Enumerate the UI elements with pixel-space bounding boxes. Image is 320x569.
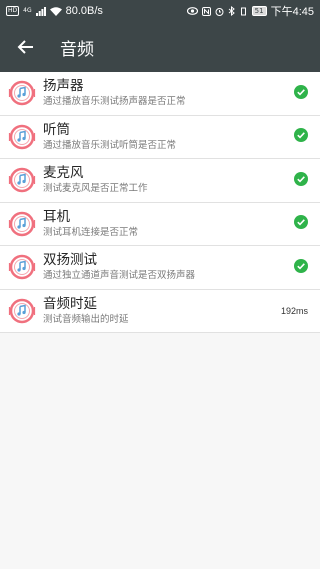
check-icon [294, 258, 308, 277]
bluetooth-icon [228, 6, 235, 16]
app-bar: 音频 [0, 22, 320, 72]
list-item-subtitle: 通过播放音乐测试扬声器是否正常 [43, 96, 186, 108]
audio-test-icon [8, 298, 36, 323]
list-item-subtitle: 通过播放音乐测试听筒是否正常 [43, 139, 177, 151]
wifi-icon [49, 6, 62, 16]
check-icon [294, 171, 308, 186]
check-icon [294, 258, 308, 273]
audio-test-icon [8, 211, 36, 236]
network-type: 4G [23, 7, 32, 14]
list-item-title: 听筒 [43, 121, 70, 138]
list-item-text: 耳机 测试耳机连接是否正常 [43, 209, 294, 239]
check-icon [294, 127, 308, 146]
check-icon [294, 215, 308, 230]
alarm-icon [215, 7, 224, 16]
list-item-text: 音频时延 测试音频输出的时延 [43, 296, 281, 326]
eye-icon [186, 7, 198, 15]
latency-value: 192ms [280, 305, 308, 316]
list-item-0[interactable]: 扬声器 通过播放音乐测试扬声器是否正常 [0, 72, 320, 116]
audio-test-icon [8, 81, 36, 106]
list-item-3[interactable]: 耳机 测试耳机连接是否正常 [0, 203, 320, 246]
list-item-text: 扬声器 通过播放音乐测试扬声器是否正常 [43, 78, 294, 108]
arrow-back-icon [17, 40, 33, 54]
list-item-title: 扬声器 [43, 78, 84, 95]
list-item-text: 麦克风 测试麦克风是否正常工作 [43, 165, 294, 195]
audio-test-icon [8, 255, 36, 280]
audio-test-icon [8, 124, 36, 149]
list-item-title: 双扬测试 [43, 252, 97, 269]
battery-indicator: 51 [251, 6, 267, 16]
audio-test-icon [8, 168, 36, 193]
audio-test-list: 扬声器 通过播放音乐测试扬声器是否正常 听筒 通过播放音乐测试听筒是否正常 麦克… [0, 72, 320, 333]
back-button[interactable] [14, 35, 38, 59]
hd-badge: HD [6, 6, 20, 16]
signal-icon: 4G [23, 8, 31, 14]
list-item-2[interactable]: 麦克风 测试麦克风是否正常工作 [0, 159, 320, 203]
status-bar: HD 4G 80.0B/s 51 下午4:45 [0, 0, 320, 22]
list-item-title: 耳机 [43, 208, 70, 225]
list-item-subtitle: 测试耳机连接是否正常 [43, 226, 139, 238]
network-speed: 80.0B/s [65, 5, 103, 17]
check-icon [294, 84, 308, 99]
check-icon [294, 128, 308, 143]
list-item-title: 音频时延 [43, 295, 97, 312]
list-item-5[interactable]: 音频时延 测试音频输出的时延 192ms [0, 290, 320, 333]
check-icon [294, 84, 308, 103]
check-icon [294, 171, 308, 190]
list-item-title: 麦克风 [43, 165, 84, 182]
list-item-subtitle: 测试音频输出的时延 [43, 313, 129, 325]
list-item-text: 双扬测试 通过独立通道声音测试是否双扬声器 [43, 252, 294, 282]
list-item-subtitle: 通过独立通道声音测试是否双扬声器 [43, 270, 196, 282]
vibrate-icon [240, 7, 246, 15]
list-item-1[interactable]: 听筒 通过播放音乐测试听筒是否正常 [0, 116, 320, 159]
clock: 下午4:45 [270, 6, 314, 18]
page-title: 音频 [60, 39, 94, 60]
list-item-4[interactable]: 双扬测试 通过独立通道声音测试是否双扬声器 [0, 246, 320, 290]
cell-signal-icon [35, 6, 46, 16]
nfc-icon [201, 6, 211, 16]
list-item-subtitle: 测试麦克风是否正常工作 [43, 183, 148, 195]
list-item-text: 听筒 通过播放音乐测试听筒是否正常 [43, 122, 294, 152]
check-icon [294, 214, 308, 233]
